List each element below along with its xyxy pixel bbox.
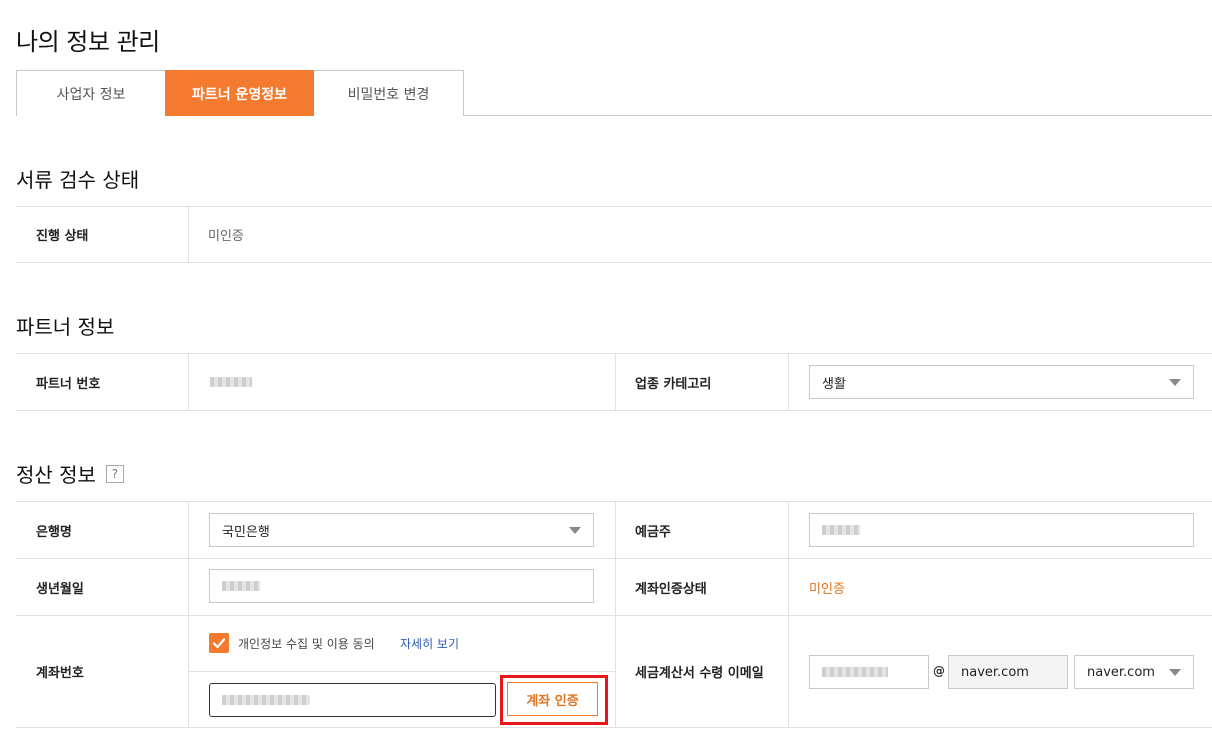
- consent-checkbox[interactable]: [209, 633, 229, 653]
- bank-row: 은행명 국민은행 예금주: [16, 501, 1212, 559]
- bank-select[interactable]: 국민은행: [209, 513, 594, 547]
- review-status-value: 미인증: [208, 229, 244, 244]
- birth-input[interactable]: [209, 569, 594, 603]
- partner-info-row: 파트너 번호 업종 카테고리 생활: [16, 353, 1212, 411]
- account-row: 계좌번호 개인정보 수집 및 이용 동의 자세히 보기 계좌 인증 세금계산서 …: [16, 616, 1212, 728]
- tab-bar: 사업자 정보 파트너 운영정보 비밀번호 변경: [16, 70, 1212, 116]
- masked-partner-number: [210, 377, 252, 387]
- divider: [188, 559, 189, 615]
- chevron-down-icon: [1169, 379, 1181, 386]
- page-title: 나의 정보 관리: [16, 28, 160, 56]
- chevron-down-icon: [569, 527, 581, 534]
- account-number-label: 계좌번호: [36, 666, 84, 681]
- masked-account-number: [222, 695, 310, 705]
- category-label: 업종 카테고리: [635, 376, 712, 392]
- birth-label: 생년월일: [36, 581, 84, 597]
- email-domain-input[interactable]: naver.com: [948, 655, 1068, 689]
- birth-row: 생년월일 계좌인증상태 미인증: [16, 559, 1212, 616]
- divider: [188, 502, 189, 558]
- divider: [788, 502, 789, 558]
- account-holder-input[interactable]: [809, 513, 1194, 547]
- review-section-title: 서류 검수 상태: [16, 164, 139, 193]
- divider: [788, 354, 789, 410]
- review-status-label: 진행 상태: [36, 229, 89, 244]
- partner-number-value: [210, 354, 252, 410]
- account-number-input[interactable]: [209, 683, 496, 717]
- category-select-value: 생활: [822, 376, 846, 392]
- divider: [788, 559, 789, 615]
- review-title-text: 서류 검수 상태: [16, 168, 140, 192]
- bank-select-value: 국민은행: [222, 524, 270, 540]
- review-status-row: 진행 상태 미인증: [16, 206, 1212, 263]
- settlement-title-text: 정산 정보: [16, 463, 96, 487]
- account-holder-label: 예금주: [635, 524, 671, 540]
- email-at-sign: @: [933, 664, 945, 678]
- divider: [188, 207, 189, 262]
- inner-divider: [188, 671, 615, 672]
- category-select[interactable]: 생활: [809, 365, 1194, 399]
- tab-partner-operation[interactable]: 파트너 운영정보: [165, 70, 315, 116]
- consent-details-link[interactable]: 자세히 보기: [400, 635, 459, 652]
- partner-title-text: 파트너 정보: [16, 315, 115, 339]
- bank-label: 은행명: [36, 524, 72, 540]
- help-icon[interactable]: ?: [105, 464, 124, 483]
- email-domain-select[interactable]: naver.com: [1074, 655, 1194, 689]
- email-id-input[interactable]: [809, 655, 929, 689]
- masked-birth-date: [222, 581, 260, 591]
- consent-text: 개인정보 수집 및 이용 동의: [238, 637, 375, 651]
- divider: [188, 354, 189, 410]
- partner-section-title: 파트너 정보: [16, 311, 114, 340]
- divider: [788, 616, 789, 727]
- partner-number-label: 파트너 번호: [36, 376, 101, 392]
- settlement-section-title: 정산 정보 ?: [16, 459, 124, 488]
- verify-status-value: 미인증: [809, 581, 845, 597]
- tax-email-label: 세금계산서 수령 이메일: [635, 666, 764, 681]
- masked-email-id: [822, 667, 888, 677]
- email-domain-select-value: naver.com: [1087, 664, 1155, 680]
- tab-business-info[interactable]: 사업자 정보: [16, 70, 166, 116]
- email-domain-value: naver.com: [961, 664, 1029, 680]
- checkmark-icon: [212, 638, 226, 649]
- verify-account-button[interactable]: 계좌 인증: [507, 682, 598, 716]
- tab-change-password[interactable]: 비밀번호 변경: [314, 70, 464, 116]
- verify-status-label: 계좌인증상태: [635, 581, 707, 597]
- masked-holder-name: [822, 525, 860, 535]
- chevron-down-icon: [1169, 669, 1181, 676]
